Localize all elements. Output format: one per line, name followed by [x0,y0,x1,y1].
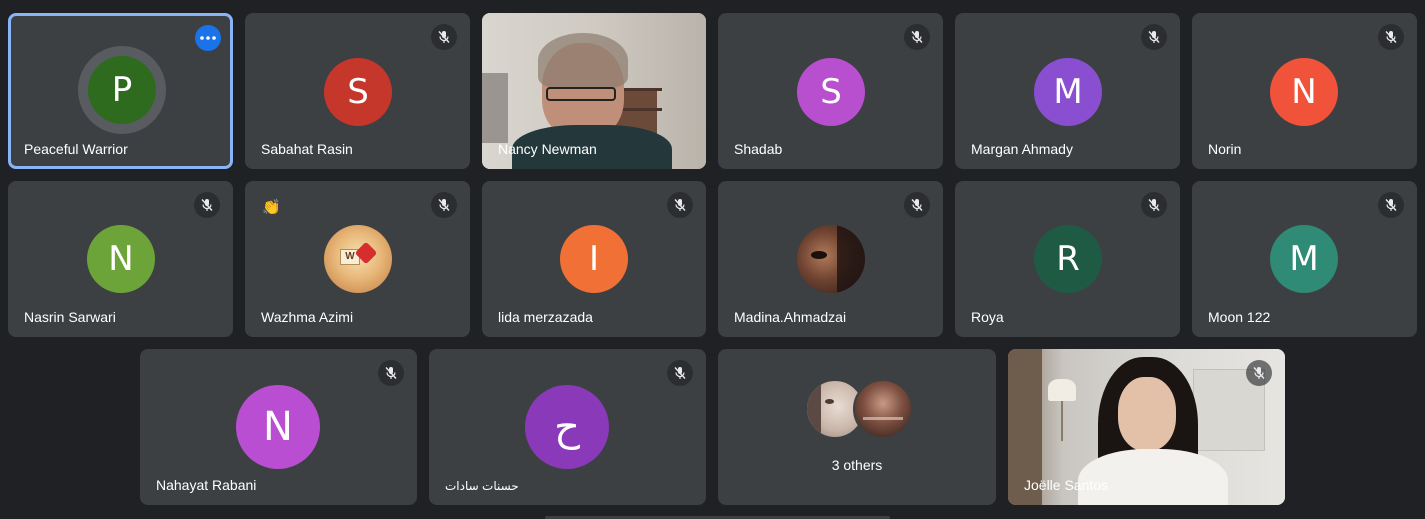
participant-tile-moon-122[interactable]: M Moon 122 [1192,181,1417,337]
mic-muted-indicator [1378,24,1404,50]
participant-name: Wazhma Azimi [261,309,354,325]
participant-name: حسنات سادات [445,479,519,493]
others-tile[interactable]: 3 others [718,349,996,505]
participant-tile-joelle-santos[interactable]: Joëlle Santos [1008,349,1285,505]
others-avatar-2 [853,379,913,439]
participant-tile-nasrin-sarwari[interactable]: N Nasrin Sarwari [8,181,233,337]
participant-name: Margan Ahmady [971,141,1073,157]
mic-muted-indicator [431,24,457,50]
participant-tile-nahayat-rabani[interactable]: N Nahayat Rabani [140,349,417,505]
mic-off-icon [911,199,923,211]
raised-hand-icon: 👏 [262,199,281,216]
mic-muted-indicator [904,192,930,218]
avatar: ح [525,385,609,469]
participant-name: Shadab [734,141,783,157]
participant-name: Nahayat Rabani [156,477,257,493]
participant-tile-madina-ahmadzai[interactable]: Madina.Ahmadzai [718,181,943,337]
participant-tile-hasanat-sadat[interactable]: ح حسنات سادات [429,349,706,505]
avatar: P [88,56,156,124]
mic-muted-indicator [1246,360,1272,386]
mic-off-icon [674,367,686,379]
participant-name: Norin [1208,141,1242,157]
participant-tile-margan-ahmady[interactable]: M Margan Ahmady [955,13,1180,169]
avatar: I [560,225,628,293]
others-count-label: 3 others [831,457,883,473]
participant-name: Roya [971,309,1004,325]
mic-off-icon [201,199,213,211]
avatar: S [797,58,865,126]
more-options-button[interactable] [195,25,221,51]
mic-off-icon [1385,31,1397,43]
participant-name: Joëlle Santos [1024,477,1109,493]
avatar: N [236,385,320,469]
participant-tile-nancy-newman[interactable]: Nancy Newman [482,13,706,169]
avatar: R [1034,225,1102,293]
participant-tile-sabahat-rasin[interactable]: S Sabahat Rasin [245,13,470,169]
mic-off-icon [911,31,923,43]
mic-off-icon [674,199,686,211]
mic-off-icon [1253,367,1265,379]
avatar: M [1034,58,1102,126]
participant-tile-norin[interactable]: N Norin [1192,13,1417,169]
avatar: N [1270,58,1338,126]
avatar: N [87,225,155,293]
participant-name: Nasrin Sarwari [24,309,116,325]
mic-off-icon [1385,199,1397,211]
mic-muted-indicator [1378,192,1404,218]
more-options-icon [200,36,216,40]
mic-off-icon [385,367,397,379]
avatar [797,225,865,293]
avatar: S [324,58,392,126]
mic-off-icon [438,31,450,43]
participant-name: Peaceful Warrior [24,141,128,157]
mic-muted-indicator [378,360,404,386]
participant-tile-peaceful-warrior[interactable]: P Peaceful Warrior [8,13,233,169]
mic-muted-indicator [904,24,930,50]
mic-off-icon [1148,31,1160,43]
mic-muted-indicator [667,360,693,386]
participant-tile-roya[interactable]: R Roya [955,181,1180,337]
participant-name: Nancy Newman [498,141,597,157]
mic-off-icon [1148,199,1160,211]
participant-tile-lida-merzazada[interactable]: I lida merzazada [482,181,706,337]
participant-name: Madina.Ahmadzai [734,309,847,325]
mic-muted-indicator [1141,24,1167,50]
participant-tile-wazhma-azimi[interactable]: 👏 W Wazhma Azimi [245,181,470,337]
avatar: M [1270,225,1338,293]
mic-off-icon [438,199,450,211]
participant-name: Moon 122 [1208,309,1271,325]
mic-muted-indicator [194,192,220,218]
avatar: W [324,225,392,293]
mic-muted-indicator [431,192,457,218]
mic-muted-indicator [1141,192,1167,218]
participant-name: Sabahat Rasin [261,141,353,157]
participant-name: lida merzazada [498,309,593,325]
participant-tile-shadab[interactable]: S Shadab [718,13,943,169]
mic-muted-indicator [667,192,693,218]
